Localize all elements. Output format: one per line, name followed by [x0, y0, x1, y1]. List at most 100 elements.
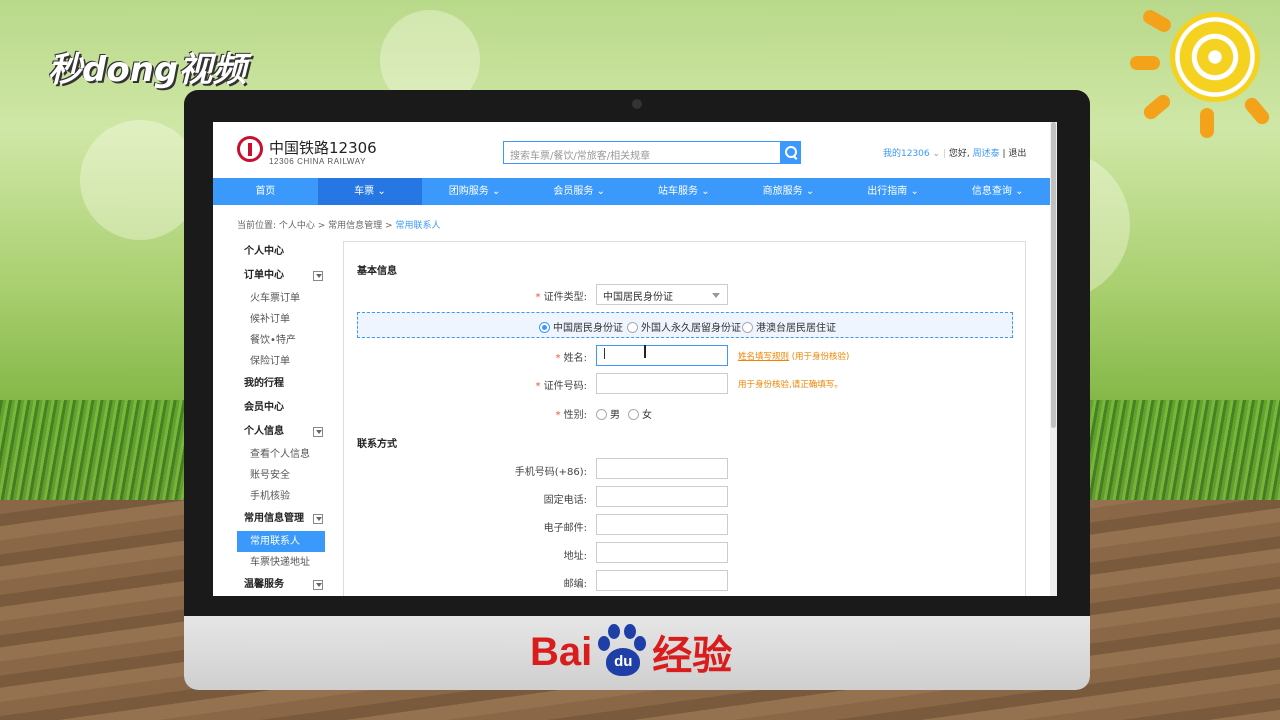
gender-label: * 性别: — [555, 410, 587, 421]
search-input[interactable]: 搜索车票/餐饮/常旅客/相关规章 — [503, 141, 781, 164]
collapse-toggle-icon[interactable] — [313, 271, 323, 281]
sidebar-section[interactable]: 会员中心 — [237, 396, 325, 420]
sidebar-section[interactable]: 我的行程 — [237, 372, 325, 396]
id-number-input[interactable] — [596, 373, 728, 394]
my-12306-menu[interactable]: 我的12306 — [883, 149, 930, 159]
baidu-logo-text: Bai — [530, 629, 593, 674]
phone-label: 固定电话: — [543, 495, 587, 506]
radio-id-foreigner[interactable]: 外国人永久居留身份证 — [627, 319, 741, 334]
scrollbar-thumb[interactable] — [1051, 122, 1056, 428]
radio-dot — [627, 322, 638, 333]
sidebar-section[interactable]: 个人中心 — [237, 240, 325, 264]
sidebar-label: 会员中心 — [244, 402, 284, 413]
sidebar-item[interactable]: 火车票订单 — [237, 288, 325, 309]
sidebar-item[interactable]: 保险订单 — [237, 351, 325, 372]
sidebar-label: 订单中心 — [244, 270, 284, 281]
name-label: * 姓名: — [555, 353, 587, 364]
mobile-label: 手机号码(+86): — [514, 467, 587, 478]
id-type-label: * 证件类型: — [535, 292, 587, 303]
nav-item-label: 站车服务 — [658, 186, 699, 197]
username-link[interactable]: 周述泰 — [973, 149, 1000, 159]
phone-input[interactable] — [596, 486, 728, 507]
collapse-toggle-icon[interactable] — [313, 514, 323, 524]
mobile-input[interactable] — [596, 458, 728, 479]
contact-form-panel: 基本信息 * 证件类型: 中国居民身份证 中国居民身份证 外国人永久居留身份证 … — [343, 241, 1026, 596]
nav-item-label: 商旅服务 — [762, 186, 803, 197]
china-railway-logo-icon[interactable] — [237, 136, 263, 162]
video-watermark-logo: 秒dong视频 — [48, 50, 247, 90]
sidebar-label: 保险订单 — [250, 356, 290, 367]
chevron-down-icon: ⌄ — [932, 149, 943, 159]
nav-item-label: 首页 — [255, 186, 276, 197]
section-title-basic: 基本信息 — [357, 266, 397, 277]
logout-link[interactable]: 退出 — [1008, 149, 1026, 159]
nav-item-label: 会员服务 — [553, 186, 594, 197]
sun-ray — [1141, 91, 1173, 123]
radio-id-hmt[interactable]: 港澳台居民居住证 — [742, 319, 836, 334]
brand-english: 12306 CHINA RAILWAY — [269, 157, 367, 166]
address-input[interactable] — [596, 542, 728, 563]
sidebar-item[interactable]: 常用联系人 — [237, 531, 325, 552]
page-scrollbar[interactable] — [1050, 122, 1057, 596]
sidebar-label: 温馨服务 — [244, 579, 284, 590]
name-input[interactable] — [596, 345, 728, 366]
sun-ray — [1130, 56, 1160, 70]
sidebar-section[interactable]: 订单中心 — [237, 264, 325, 288]
sidebar-item[interactable]: 车票快递地址 — [237, 552, 325, 573]
sidebar-label: 查看个人信息 — [250, 449, 310, 460]
chevron-down-icon: ⌄ — [802, 186, 815, 197]
idno-hint: 用于身份核验,请正确填写。 — [738, 380, 843, 390]
sidebar-item[interactable]: 账号安全 — [237, 465, 325, 486]
sidebar-label: 餐饮•特产 — [250, 335, 296, 346]
account-bar: 我的12306 ⌄ | 您好, 周述泰 | 退出 — [883, 146, 1026, 159]
sidebar-label: 账号安全 — [250, 470, 290, 481]
sidebar-section[interactable]: 个人信息 — [237, 420, 325, 444]
baidu-paw-icon: du — [594, 622, 650, 682]
sidebar-item[interactable]: 餐饮•特产 — [237, 330, 325, 351]
nav-item-label: 信息查询 — [971, 186, 1012, 197]
nav-item[interactable]: 团购服务 ⌄ — [422, 178, 527, 205]
name-rules-link[interactable]: 姓名填写规则 — [738, 352, 789, 362]
radio-dot — [742, 322, 753, 333]
nav-item[interactable]: 首页 — [213, 178, 318, 205]
sidebar-label: 常用联系人 — [250, 536, 300, 547]
breadcrumb: 当前位置: 个人中心 > 常用信息管理 > 常用联系人 — [237, 218, 440, 231]
name-hint: 姓名填写规则 (用于身份核验) — [738, 352, 850, 362]
greeting-text: 您好, — [948, 149, 970, 159]
radio-gender-female[interactable]: 女 — [628, 406, 652, 421]
sidebar-item[interactable]: 手机核验 — [237, 486, 325, 507]
nav-item-label: 车票 — [354, 186, 375, 197]
search-icon[interactable] — [780, 141, 801, 164]
sidebar: 个人中心订单中心火车票订单候补订单餐饮•特产保险订单我的行程会员中心个人信息查看… — [237, 240, 325, 596]
nav-item[interactable]: 站车服务 ⌄ — [632, 178, 737, 205]
idno-label: * 证件号码: — [535, 381, 587, 392]
sidebar-label: 候补订单 — [250, 314, 290, 325]
sidebar-label: 常用信息管理 — [244, 513, 304, 524]
sidebar-item[interactable]: 候补订单 — [237, 309, 325, 330]
collapse-toggle-icon[interactable] — [313, 427, 323, 437]
radio-gender-male[interactable]: 男 — [596, 406, 620, 421]
breadcrumb-path[interactable]: 个人中心 > 常用信息管理 > — [279, 221, 396, 231]
radio-id-mainland[interactable]: 中国居民身份证 — [539, 319, 623, 334]
nav-item[interactable]: 会员服务 ⌄ — [527, 178, 632, 205]
sidebar-label: 个人中心 — [244, 246, 284, 257]
collapse-toggle-icon[interactable] — [313, 580, 323, 590]
zip-input[interactable] — [596, 570, 728, 591]
nav-item[interactable]: 商旅服务 ⌄ — [736, 178, 841, 205]
sun-ray — [1241, 95, 1273, 127]
sidebar-label: 手机核验 — [250, 491, 290, 502]
nav-item[interactable]: 车票 ⌄ — [317, 178, 423, 205]
sidebar-section[interactable]: 温馨服务 — [237, 573, 325, 596]
email-input[interactable] — [596, 514, 728, 535]
sidebar-section[interactable]: 常用信息管理 — [237, 507, 325, 531]
sidebar-item[interactable]: 查看个人信息 — [237, 444, 325, 465]
id-type-select[interactable]: 中国居民身份证 — [596, 284, 728, 305]
nav-item-label: 出行指南 — [867, 186, 908, 197]
nav-item[interactable]: 信息查询 ⌄ — [945, 178, 1050, 205]
brand-name[interactable]: 中国铁路12306 — [269, 137, 377, 158]
nav-item[interactable]: 出行指南 ⌄ — [841, 178, 946, 205]
sidebar-label: 个人信息 — [244, 426, 284, 437]
sidebar-label: 车票快递地址 — [250, 557, 310, 568]
sun-ray — [1140, 7, 1174, 35]
sidebar-label: 我的行程 — [244, 378, 284, 389]
